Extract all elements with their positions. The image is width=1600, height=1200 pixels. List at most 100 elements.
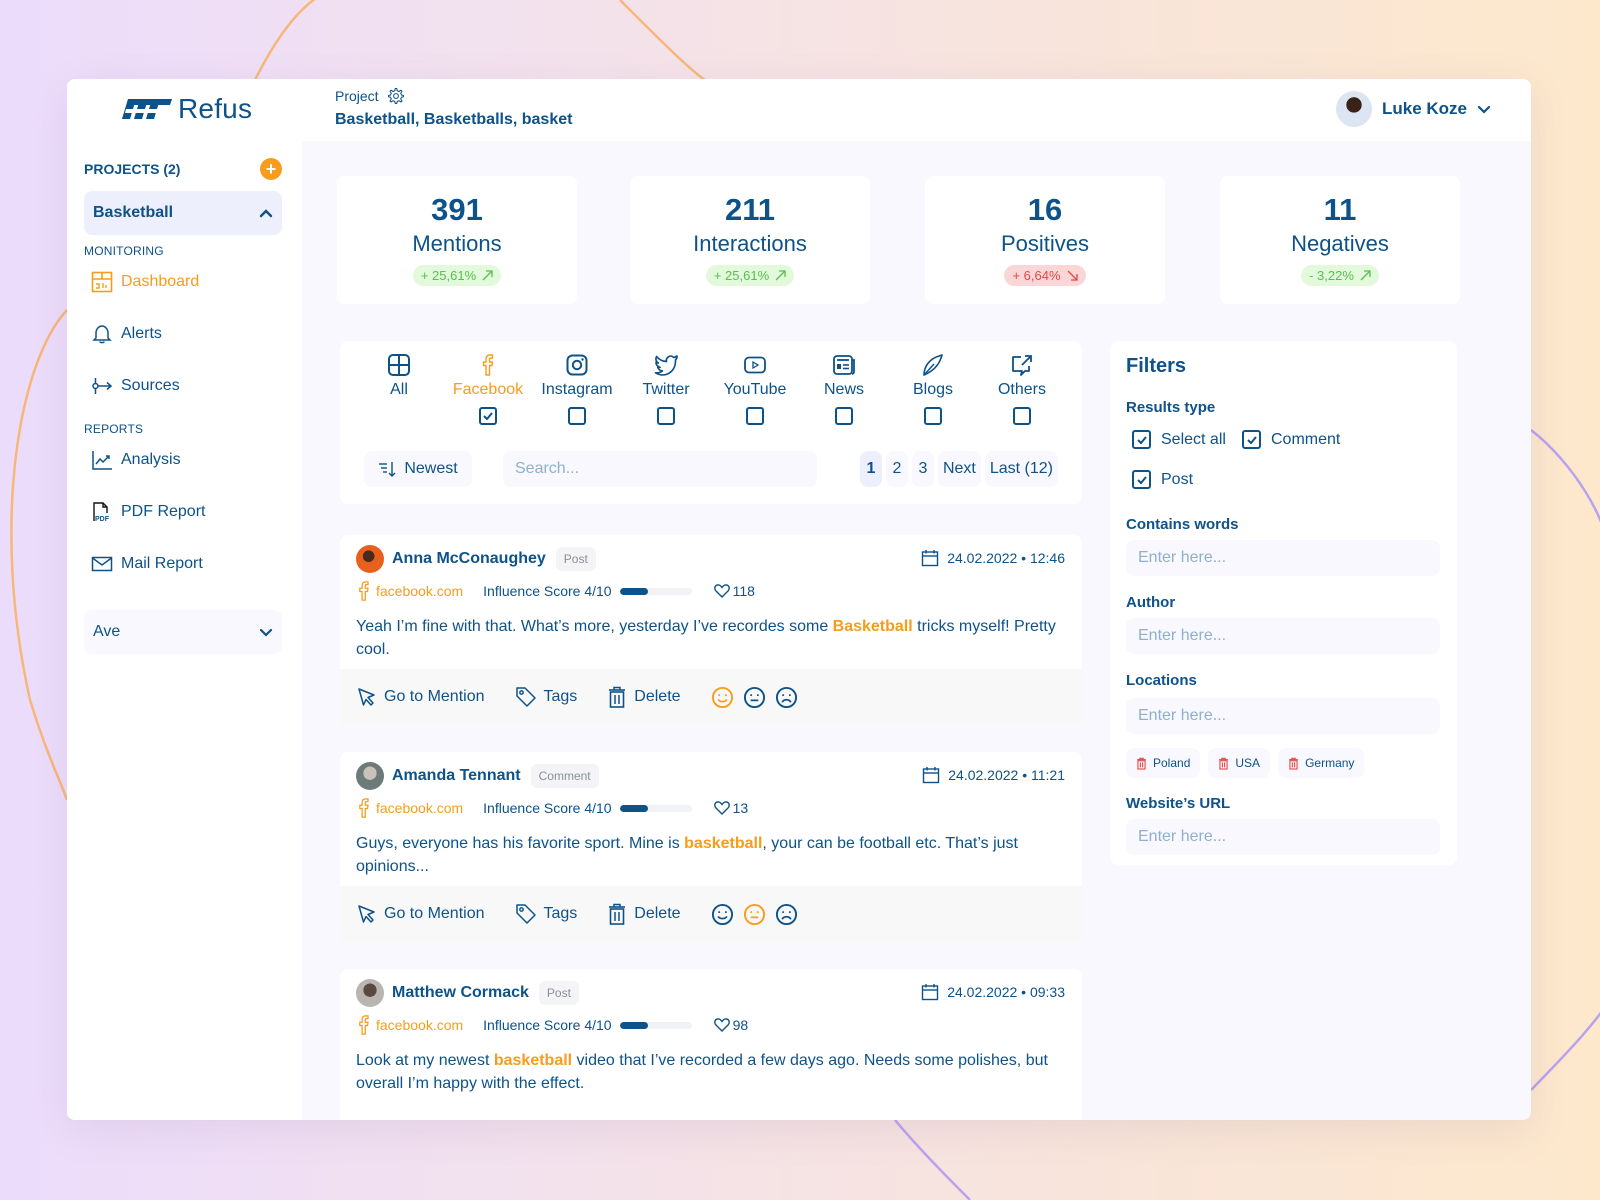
page-2-button[interactable]: 2 — [885, 451, 908, 487]
stat-change-badge: - 3,22% — [1301, 265, 1379, 286]
likes: 13 — [713, 800, 748, 816]
checkbox-select-all[interactable]: Select all — [1132, 430, 1226, 449]
trash-icon[interactable] — [1288, 757, 1299, 770]
source-label: Twitter — [642, 381, 690, 398]
source-filter-all[interactable]: All — [354, 353, 444, 399]
project-keywords: Basketball, Basketballs, basket — [335, 111, 573, 128]
project-selector-basketball[interactable]: Basketball — [84, 191, 282, 235]
nav-pdf-report[interactable]: PDF PDF Report — [91, 501, 205, 523]
neutral-face-icon[interactable] — [743, 686, 766, 709]
author-name[interactable]: Amanda Tennant — [392, 767, 521, 785]
checkbox-comment[interactable]: Comment — [1242, 430, 1340, 449]
contains-words-input[interactable] — [1126, 540, 1440, 576]
nav-alerts[interactable]: Alerts — [91, 323, 162, 345]
mention-actions: Go to Mention Tags Delete — [340, 669, 1082, 725]
external-link-icon — [1012, 355, 1032, 376]
smile-face-icon[interactable] — [711, 686, 734, 709]
source-checkbox-blogs[interactable] — [924, 407, 942, 425]
location-chip-usa[interactable]: USA — [1208, 748, 1271, 778]
delete-button[interactable]: Delete — [607, 686, 681, 708]
tags-button[interactable]: Tags — [515, 903, 577, 925]
checkbox-box[interactable] — [1242, 430, 1261, 449]
website-url-label: Website’s URL — [1126, 795, 1231, 812]
source-filter-facebook[interactable]: Facebook — [443, 353, 533, 425]
delete-button[interactable]: Delete — [607, 903, 681, 925]
svg-text:PDF: PDF — [95, 516, 110, 523]
nav-analysis[interactable]: Analysis — [91, 449, 181, 471]
checkbox-box[interactable] — [1132, 470, 1151, 489]
gear-icon[interactable] — [387, 87, 405, 105]
project-name: Ave — [93, 623, 121, 640]
add-project-button[interactable]: + — [260, 158, 282, 180]
nav-mail-report[interactable]: Mail Report — [91, 553, 203, 575]
cursor-arrow-icon — [358, 905, 375, 923]
user-menu[interactable]: Luke Koze — [1335, 91, 1491, 127]
author-avatar — [356, 545, 384, 573]
source-checkbox-instagram[interactable] — [568, 407, 586, 425]
smile-face-icon[interactable] — [711, 903, 734, 926]
checkbox-post[interactable]: Post — [1132, 470, 1193, 489]
calendar-icon — [923, 767, 940, 784]
source-checkbox-youtube[interactable] — [746, 407, 764, 425]
neutral-face-icon[interactable] — [743, 903, 766, 926]
arrow-up-right-icon — [775, 270, 786, 281]
sort-button[interactable]: Newest — [364, 451, 472, 487]
checkbox-box[interactable] — [1132, 430, 1151, 449]
source-checkbox-news[interactable] — [835, 407, 853, 425]
source-checkbox-twitter[interactable] — [657, 407, 675, 425]
logo[interactable]: Refus — [122, 93, 252, 125]
source-checkbox-facebook[interactable] — [479, 407, 497, 425]
next-page-button[interactable]: Next — [937, 451, 981, 487]
stat-label: Mentions — [412, 231, 502, 256]
sad-face-icon[interactable] — [775, 903, 798, 926]
mention-meta: facebook.com Influence Score 4/10 13 — [356, 798, 748, 818]
sad-face-icon[interactable] — [775, 686, 798, 709]
source-filter-twitter[interactable]: Twitter — [621, 353, 711, 425]
locations-input[interactable] — [1126, 698, 1440, 734]
influence-label: Influence Score 4/10 — [483, 800, 612, 816]
facebook-icon — [359, 798, 369, 818]
search-input[interactable] — [503, 451, 817, 487]
tags-button[interactable]: Tags — [515, 686, 577, 708]
page-3-button[interactable]: 3 — [911, 451, 934, 487]
source-site: facebook.com — [376, 583, 464, 599]
go-to-mention-button[interactable]: Go to Mention — [357, 687, 485, 707]
source-checkbox-others[interactable] — [1013, 407, 1031, 425]
location-chip-poland[interactable]: Poland — [1126, 748, 1201, 778]
trash-icon[interactable] — [1136, 757, 1147, 770]
author-name[interactable]: Anna McConaughey — [392, 550, 546, 568]
checkmark-icon — [1136, 475, 1147, 484]
location-chip-germany[interactable]: Germany — [1278, 748, 1365, 778]
trash-icon[interactable] — [1218, 757, 1229, 770]
project-name: Basketball — [93, 204, 174, 221]
source-link[interactable]: facebook.com — [356, 798, 463, 818]
mention-actions: Go to Mention Tags Delete — [340, 886, 1082, 942]
author-input[interactable] — [1126, 618, 1440, 654]
source-filter-blogs[interactable]: Blogs — [888, 353, 978, 425]
author-name[interactable]: Matthew Cormack — [392, 984, 529, 1002]
source-filter-youtube[interactable]: YouTube — [710, 353, 800, 425]
nav-dashboard[interactable]: Dashboard — [91, 271, 199, 293]
source-filter-others[interactable]: Others — [977, 353, 1067, 425]
nav-sources[interactable]: Sources — [91, 375, 180, 397]
page-1-button[interactable]: 1 — [859, 451, 882, 487]
source-link[interactable]: facebook.com — [356, 1015, 463, 1035]
last-page-button[interactable]: Last (12) — [984, 451, 1058, 487]
website-url-input[interactable] — [1126, 819, 1440, 855]
mention-date: 24.02.2022 • 11:21 — [922, 766, 1065, 784]
source-filter-news[interactable]: News — [799, 353, 889, 425]
top-bar: Project Basketball, Basketballs, basket … — [302, 79, 1531, 141]
sort-label: Newest — [404, 460, 458, 477]
go-to-mention-button[interactable]: Go to Mention — [357, 904, 485, 924]
source-filter-instagram[interactable]: Instagram — [532, 353, 622, 425]
chip-label: Poland — [1153, 756, 1191, 770]
project-selector-ave[interactable]: Ave — [84, 610, 282, 654]
trash-icon — [609, 686, 626, 708]
influence-bar — [619, 587, 692, 595]
stat-change-badge: + 25,61% — [705, 265, 795, 286]
source-link[interactable]: facebook.com — [356, 581, 463, 601]
mention-type-badge: Post — [538, 981, 579, 1005]
trash-icon — [609, 903, 626, 925]
nav-label: PDF Report — [121, 503, 206, 520]
stat-label: Negatives — [1291, 231, 1389, 256]
